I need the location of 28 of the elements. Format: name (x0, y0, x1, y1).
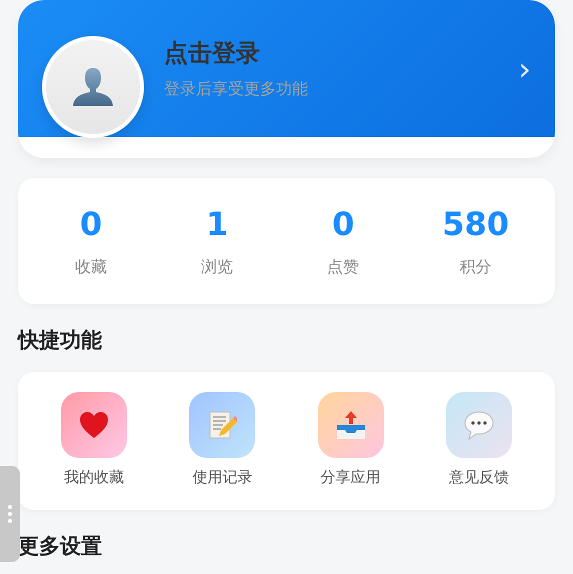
chevron-icon: › (518, 50, 531, 88)
section-title: 快捷功能 (18, 327, 103, 354)
user-silhouette-icon (72, 66, 114, 108)
shortcut-label: 意见反馈 (448, 468, 509, 487)
side-handle[interactable] (0, 466, 20, 562)
login-subtitle: 登录后享受更多功能 (164, 79, 309, 100)
stat-label: 点赞 (327, 256, 360, 278)
shortcut-label: 我的收藏 (64, 468, 124, 487)
shortcut-tile[interactable] (318, 392, 384, 458)
heart-icon (79, 411, 110, 439)
stat-value: 580 (442, 204, 510, 242)
profile-card[interactable]: 点击登录 登录后享受更多功能 › (18, 0, 555, 158)
stat-value: 1 (206, 204, 228, 242)
shortcut-tile[interactable] (61, 392, 128, 458)
notepad-pencil-icon (207, 410, 238, 440)
shortcut-tile[interactable] (189, 392, 256, 458)
stat-label: 积分 (460, 256, 492, 278)
shortcut-tile[interactable] (446, 392, 512, 458)
shortcut-label: 分享应用 (320, 468, 381, 487)
section-title: 更多设置 (18, 533, 103, 560)
stat-label: 浏览 (201, 256, 234, 278)
tray-upload-icon (334, 410, 367, 440)
stat-label: 收藏 (75, 256, 108, 278)
login-title: 点击登录 (164, 38, 261, 69)
stat-value: 0 (332, 204, 354, 242)
speech-bubble-icon (462, 410, 495, 440)
stat-value: 0 (80, 204, 102, 242)
shortcut-label: 使用记录 (192, 468, 252, 487)
